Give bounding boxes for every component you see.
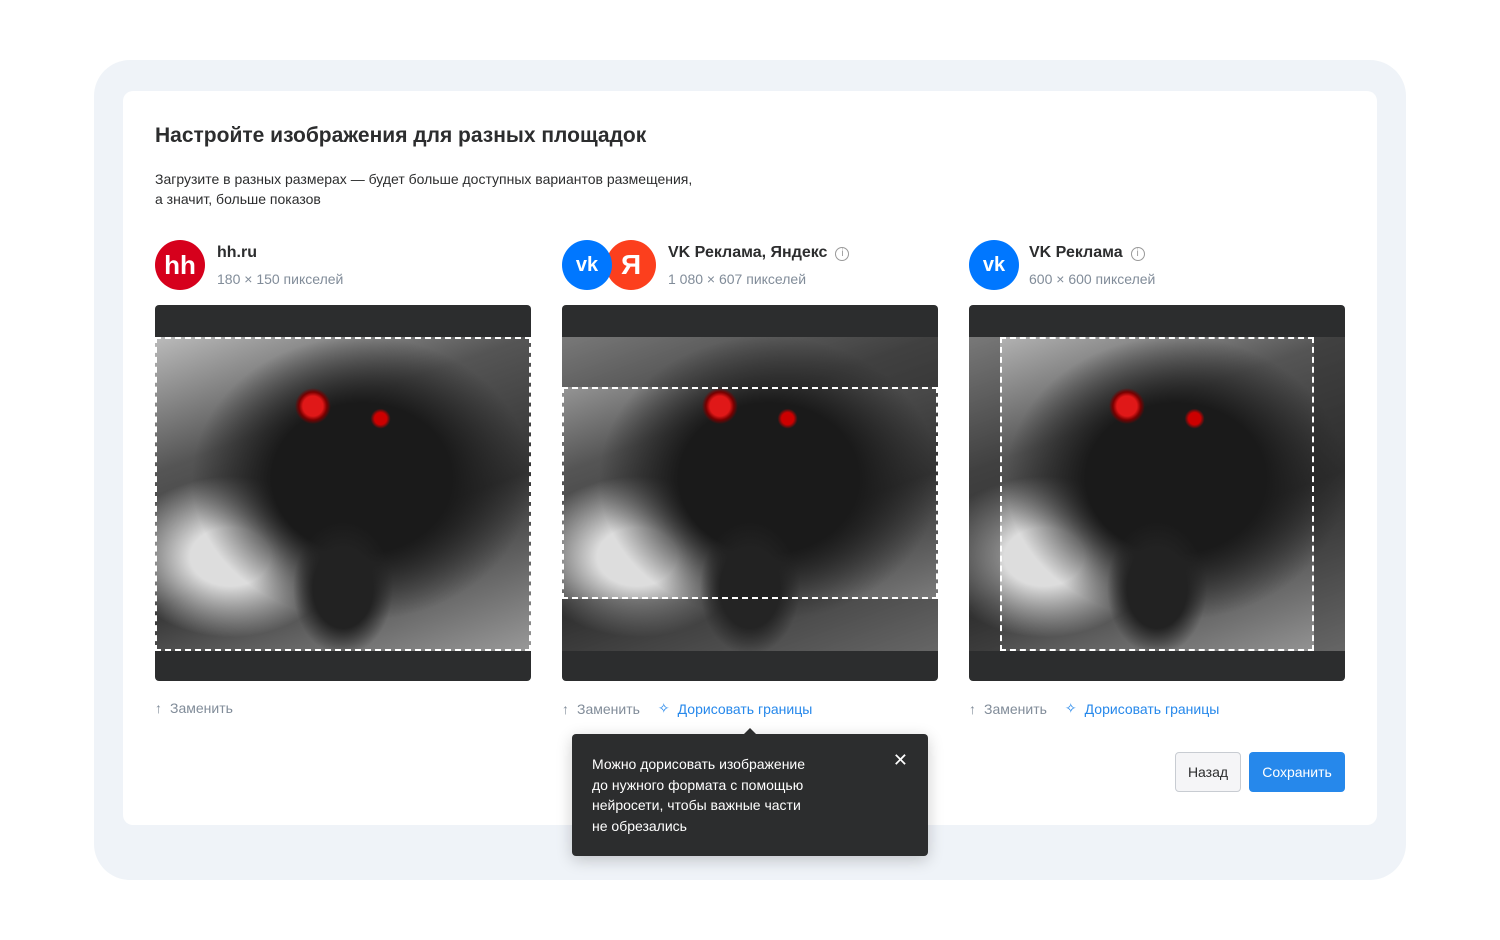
vk-logo: vk xyxy=(562,240,612,290)
sparkles-icon: ✧ xyxy=(657,700,670,716)
platform-name: hh.ru xyxy=(217,244,257,261)
crop-area[interactable] xyxy=(155,337,531,651)
sparkles-icon: ✧ xyxy=(1064,700,1077,716)
tooltip-line: Можно дорисовать изображение xyxy=(592,756,806,772)
image-preview[interactable] xyxy=(155,305,531,681)
vk-logo: vk xyxy=(969,240,1019,290)
dim-overlay xyxy=(562,599,938,651)
extend-borders-button[interactable]: ✧ Дорисовать границы xyxy=(1065,700,1219,717)
hh-logo: hh xyxy=(155,240,205,290)
subtitle-line: Загрузите в разных размерах — будет боль… xyxy=(155,171,693,187)
upload-arrow-icon: ↑ xyxy=(155,700,162,716)
image-preview[interactable] xyxy=(969,305,1345,681)
page-title: Настройте изображения для разных площадо… xyxy=(155,124,647,147)
back-button[interactable]: Назад xyxy=(1175,752,1241,792)
platform-size: 180 × 150 пикселей xyxy=(217,271,344,287)
upload-arrow-icon: ↑ xyxy=(562,700,569,717)
replace-label: Заменить xyxy=(170,700,233,716)
tooltip-line: не обрезались xyxy=(592,817,687,834)
dim-overlay xyxy=(1314,337,1345,651)
info-icon[interactable]: i xyxy=(1130,247,1145,261)
save-button[interactable]: Сохранить xyxy=(1249,752,1345,792)
tooltip-line: до нужного формата с помощью xyxy=(592,776,804,793)
tooltip-line: нейросети, чтобы важные части xyxy=(592,797,801,813)
extend-label: Дорисовать границы xyxy=(677,700,813,717)
image-preview[interactable] xyxy=(562,305,938,681)
replace-button[interactable]: ↑ Заменить xyxy=(969,700,1047,717)
platform-name: VK Реклама xyxy=(1029,244,1123,261)
platform-name-row: VK Реклама i xyxy=(1029,244,1145,262)
subtitle-line: а значит, больше показов xyxy=(155,191,321,207)
extend-borders-button[interactable]: ✧ Дорисовать границы xyxy=(658,700,812,717)
crop-area[interactable] xyxy=(562,387,938,599)
extend-tooltip: Можно дорисовать изображение до нужного … xyxy=(572,728,928,856)
replace-label: Заменить xyxy=(577,700,640,717)
platform-size: 600 × 600 пикселей xyxy=(1029,271,1156,287)
platform-name-row: VK Реклама, Яндекс i xyxy=(668,244,850,262)
replace-button[interactable]: ↑ Заменить xyxy=(155,700,233,716)
info-icon[interactable]: i xyxy=(835,247,850,261)
page-subtitle: Загрузите в разных размерах — будет боль… xyxy=(155,169,692,209)
platform-size: 1 080 × 607 пикселей xyxy=(668,271,807,287)
dim-overlay xyxy=(562,337,938,387)
crop-area[interactable] xyxy=(1000,337,1314,651)
replace-button[interactable]: ↑ Заменить xyxy=(562,700,640,717)
yandex-logo: Я xyxy=(606,240,656,290)
platform-name: VK Реклама, Яндекс xyxy=(668,244,828,261)
upload-arrow-icon: ↑ xyxy=(969,700,976,717)
close-icon[interactable]: ✕ xyxy=(893,750,908,771)
extend-label: Дорисовать границы xyxy=(1084,700,1220,717)
dim-overlay xyxy=(969,337,1000,651)
replace-label: Заменить xyxy=(984,700,1047,717)
